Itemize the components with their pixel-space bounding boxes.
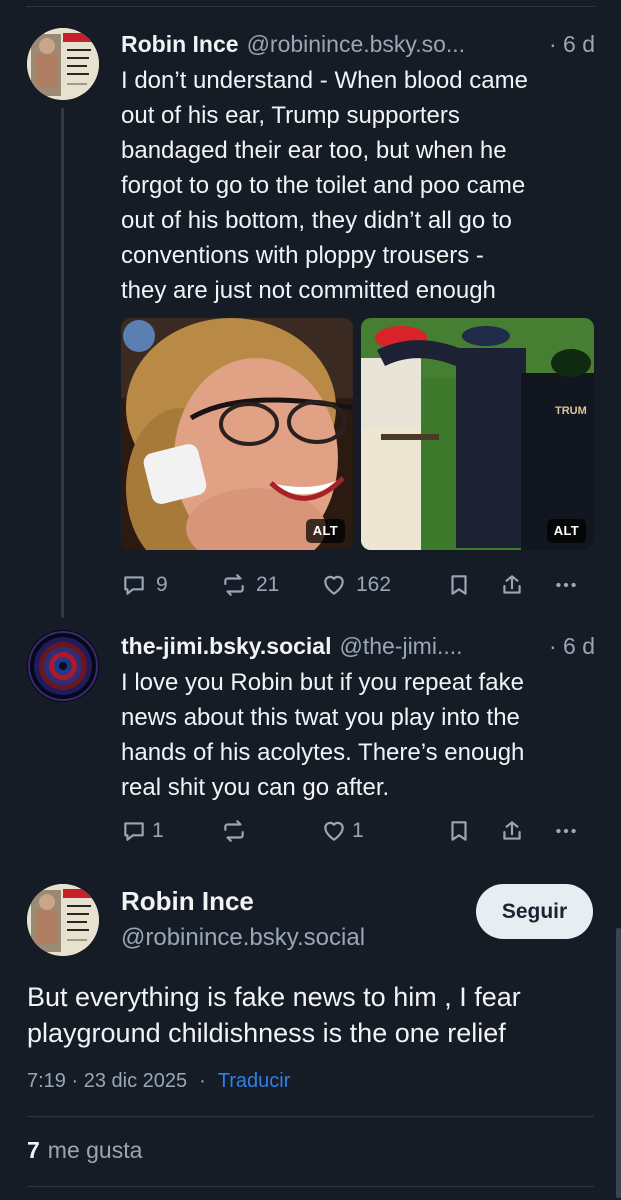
heart-icon [324, 575, 344, 595]
concentric-circles-avatar-image [27, 630, 99, 702]
repost-icon [224, 574, 244, 596]
like-button[interactable]: 162 [321, 569, 391, 601]
post-text-line: bandaged their ear too, but when he [121, 137, 507, 164]
post-time: · 6 d [548, 632, 595, 659]
top-divider [26, 6, 595, 7]
book-cover-avatar-image [27, 884, 99, 956]
post-actions-bar: 1 1 [121, 815, 601, 847]
heart-icon [324, 821, 344, 841]
post-text-line: But everything is fake news to him , I f… [27, 982, 521, 1012]
avatar[interactable] [27, 28, 99, 100]
ellipsis-icon [556, 828, 576, 834]
post-time: · 6 d [548, 30, 595, 57]
ellipsis-icon [556, 582, 576, 588]
repost-icon [224, 820, 244, 842]
likes-count: 7 [27, 1137, 40, 1163]
reply-button[interactable]: 1 [121, 815, 164, 847]
post-text-line: conventions with ploppy trousers - [121, 242, 484, 269]
smiling-woman-photo [121, 318, 353, 550]
post-timestamp: 7:19 · 23 dic 2025 [27, 1070, 188, 1092]
meta-separator: · [199, 1070, 206, 1092]
post-text-line: real shit you can go after. [121, 774, 390, 801]
author-handle[interactable]: @robinince.bsky.so... [247, 31, 539, 58]
post-image-gallery: ALT TRUM ALT [121, 318, 594, 550]
cap-logo-text: TRUM [555, 405, 587, 417]
bookmark-button[interactable] [446, 569, 472, 601]
divider [27, 1116, 594, 1117]
repost-button[interactable] [221, 815, 256, 847]
book-cover-avatar-image [27, 28, 99, 100]
golfers-photo: TRUM [361, 318, 594, 550]
post-text-line: out of his bottom, they didn’t all go to [121, 207, 512, 234]
bookmark-icon [451, 575, 467, 595]
reply-count: 1 [152, 819, 164, 842]
post-text-line: out of his ear, Trump supporters [121, 102, 460, 129]
like-count: 162 [356, 573, 392, 596]
likes-summary[interactable]: 7 me gusta [27, 1137, 142, 1164]
share-button[interactable] [499, 569, 525, 601]
share-icon [503, 575, 521, 594]
translate-link[interactable]: Traducir [218, 1070, 291, 1093]
divider [27, 1186, 594, 1187]
post-actions-bar: 9 21 162 [121, 569, 601, 601]
post-text-line: hands of his acolytes. There’s enough [121, 739, 525, 766]
reply-icon [124, 822, 144, 841]
repost-count: 21 [256, 573, 280, 596]
bookmark-icon [451, 821, 467, 841]
post-text-line: news about this twat you play into the [121, 704, 520, 731]
like-button[interactable]: 1 [321, 815, 364, 847]
reply-button[interactable]: 9 [121, 569, 168, 601]
likes-label: me gusta [47, 1137, 143, 1163]
post-text-line: forgot to go to the toilet and poo came [121, 172, 526, 199]
more-options-button[interactable] [553, 569, 579, 601]
reply-icon [124, 576, 144, 595]
focused-author-handle[interactable]: @robinince.bsky.social [121, 924, 365, 952]
image-golfers[interactable]: TRUM ALT [361, 318, 594, 550]
focused-author-name[interactable]: Robin Ince [121, 886, 254, 917]
post-text: I love you Robin but if you repeat fake … [121, 665, 597, 805]
follow-button[interactable]: Seguir [476, 884, 593, 939]
reply-count: 9 [156, 573, 168, 596]
avatar[interactable] [27, 630, 99, 702]
bookmark-button[interactable] [446, 815, 472, 847]
post-text-line: I don’t understand - When blood came [121, 67, 528, 94]
post-text-line: I love you Robin but if you repeat fake [121, 669, 524, 696]
focused-post-avatar[interactable] [27, 884, 99, 956]
image-woman-bandaged-ear[interactable]: ALT [121, 318, 353, 550]
alt-text-button[interactable]: ALT [546, 519, 586, 543]
post-text: I don’t understand - When blood came out… [121, 63, 597, 308]
scrollbar[interactable] [616, 928, 621, 1198]
author-name[interactable]: the-jimi.bsky.social [121, 633, 331, 660]
bluesky-thread-view: Robin Ince @robinince.bsky.so... · 6 d I… [0, 0, 621, 1200]
share-icon [503, 821, 521, 840]
post-meta: 7:19 · 23 dic 2025 · Traducir [27, 1070, 290, 1093]
post-text-line: playground childishness is the one relie… [27, 1018, 506, 1048]
repost-button[interactable]: 21 [221, 569, 279, 601]
post-text-line: they are just not committed enough [121, 277, 496, 304]
author-name[interactable]: Robin Ince [121, 31, 239, 58]
like-count: 1 [352, 819, 364, 842]
author-handle[interactable]: @the-jimi.... [339, 633, 538, 660]
post-header: the-jimi.bsky.social @the-jimi.... · 6 d [121, 630, 595, 662]
post-header: Robin Ince @robinince.bsky.so... · 6 d [121, 28, 595, 60]
focused-post-text: But everything is fake news to him , I f… [27, 979, 597, 1051]
share-button[interactable] [499, 815, 525, 847]
more-options-button[interactable] [553, 815, 579, 847]
alt-text-button[interactable]: ALT [305, 519, 345, 543]
